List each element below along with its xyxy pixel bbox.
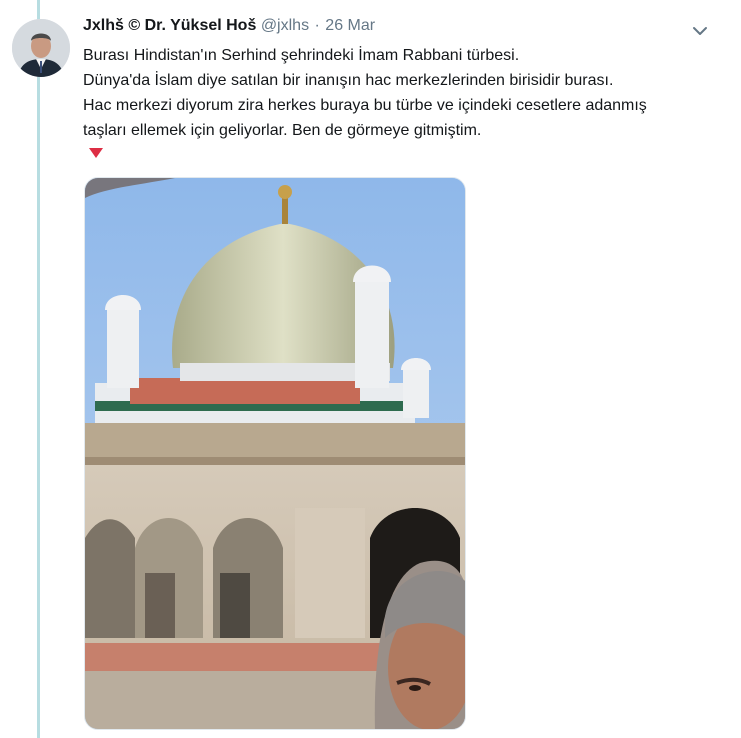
thread-line: [37, 0, 40, 738]
timestamp[interactable]: 26 Mar: [325, 17, 375, 34]
avatar[interactable]: [12, 19, 70, 77]
tweet-photo[interactable]: [84, 177, 466, 730]
tweet-text-line: taşları ellemek için geliyorlar. Ben de …: [83, 122, 482, 139]
display-name[interactable]: Jxlhš © Dr. Yüksel Hoš: [83, 17, 256, 34]
down-triangle-emoji-icon: [88, 146, 104, 158]
tweet-text-line: Hac merkezi diyorum zira herkes buraya b…: [83, 97, 647, 114]
mausoleum-photo: [85, 178, 465, 729]
chevron-down-icon[interactable]: [690, 21, 710, 41]
header-separator: ·: [314, 17, 320, 34]
tweet-header: Jxlhš © Dr. Yüksel Hoš @jxlhs · 26 Mar: [83, 17, 375, 35]
tweet-text-line: Burası Hindistan'ın Serhind şehrindeki İ…: [83, 47, 520, 64]
tweet-text: Burası Hindistan'ın Serhind şehrindeki İ…: [83, 43, 723, 143]
tweet-text-line: Dünya'da İslam diye satılan bir inanışın…: [83, 72, 614, 89]
username[interactable]: @jxlhs: [261, 17, 309, 34]
avatar-image: [12, 19, 70, 77]
